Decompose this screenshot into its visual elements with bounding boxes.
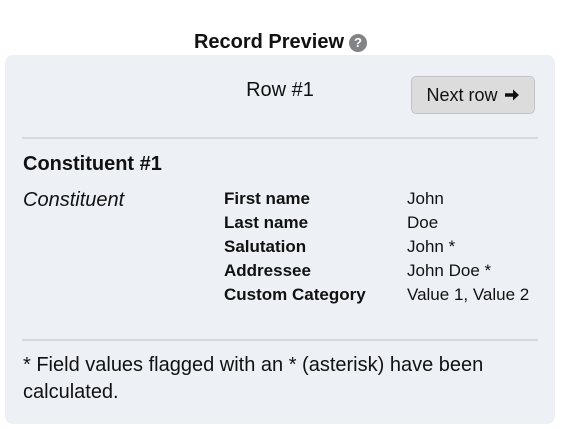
field-row-addressee: Addressee John Doe * xyxy=(224,259,544,283)
field-label: Last name xyxy=(224,213,309,232)
field-value: Value 1, Value 2 xyxy=(407,285,530,304)
page-title: Record Preview xyxy=(193,31,345,53)
field-value: John * xyxy=(407,237,456,256)
record-preview-page: Record Preview? Row #1 Next row Constitu… xyxy=(0,0,561,429)
field-label: Addressee xyxy=(224,261,311,280)
field-list: First name John Last name Doe Salutation… xyxy=(224,187,544,307)
help-icon[interactable]: ? xyxy=(349,34,368,52)
field-value: John xyxy=(407,189,444,208)
arrow-right-icon xyxy=(504,88,520,102)
record-preview-header: Record Preview? xyxy=(0,30,561,54)
record-type-label: Constituent xyxy=(23,189,125,211)
field-value: Doe xyxy=(407,213,439,232)
divider-bottom xyxy=(22,339,538,341)
section-title: Constituent #1 xyxy=(23,153,162,175)
field-label: First name xyxy=(224,189,310,208)
field-label: Salutation xyxy=(224,237,307,256)
field-row-custom-category: Custom Category Value 1, Value 2 xyxy=(224,283,544,307)
divider-top xyxy=(22,137,538,139)
field-value: John Doe * xyxy=(407,261,492,280)
next-row-label: Next row xyxy=(426,84,498,105)
field-row-last-name: Last name Doe xyxy=(224,211,544,235)
field-label: Custom Category xyxy=(224,285,366,304)
field-row-first-name: First name John xyxy=(224,187,544,211)
next-row-button[interactable]: Next row xyxy=(411,76,535,114)
calculated-fields-footnote: * Field values flagged with an * (asteri… xyxy=(23,354,484,403)
row-indicator: Row #1 xyxy=(246,79,314,101)
field-row-salutation: Salutation John * xyxy=(224,235,544,259)
